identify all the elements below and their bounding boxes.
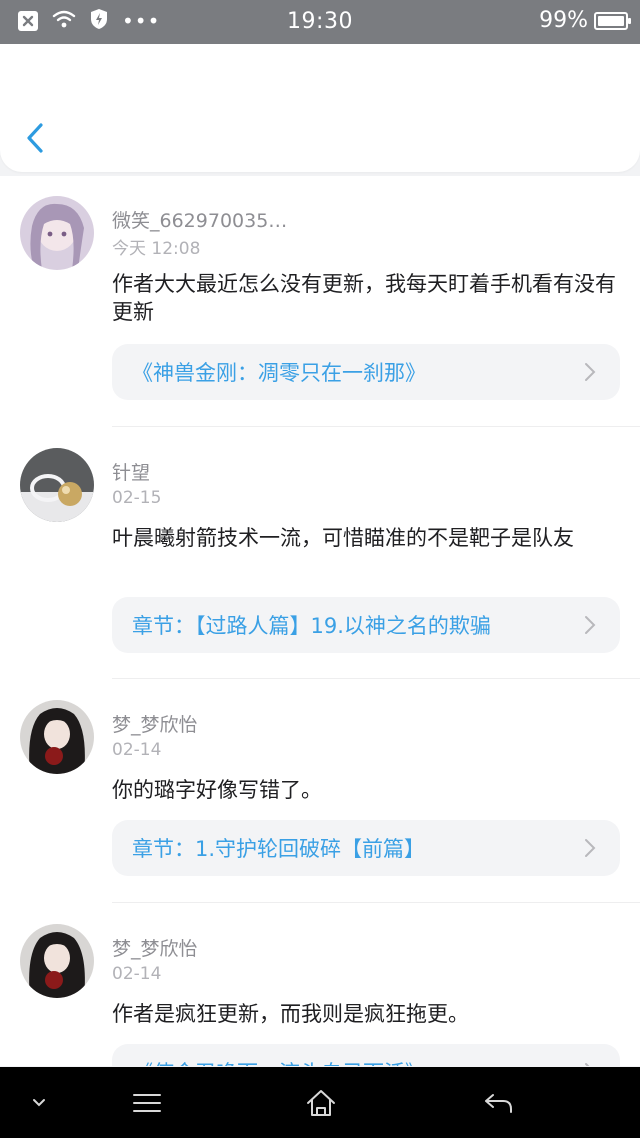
comment-time: 02-14 [112,964,162,984]
book-link-card[interactable]: 《神兽金刚：凋零只在一刹那》 [112,344,620,400]
battery-icon [594,11,631,30]
header [0,44,640,172]
book-link-text: 《使命召唤而，济头自己而活》 [132,1057,426,1066]
chevron-right-icon [585,616,596,634]
battery-percent: 99% [539,8,588,33]
collapse-chevron-icon [33,1098,45,1106]
chapter-link-text: 章节：【过路人篇】19.以神之名的欺骗 [132,614,491,638]
chapter-link-card[interactable]: 章节：1.守护轮回破碎【前篇】 [112,820,620,876]
comment-text: 叶晨曦射箭技术一流，可惜瞄准的不是靶子是队友 [112,526,574,550]
comment-username[interactable]: 梦_梦欣怡 [112,710,198,737]
back-arrow-icon [485,1093,512,1113]
comment-text: 作者是疯狂更新，而我则是疯狂拖更。 [112,1002,469,1026]
divider [112,426,640,427]
back-button[interactable] [18,118,52,158]
status-bar: ••• 19:30 99% [0,0,640,44]
comment-text: 作者大大最近怎么没有更新，我每天盯着手机看有没有更新 [112,272,616,324]
chevron-right-icon [585,1063,590,1066]
divider [112,678,640,679]
avatar[interactable] [20,700,94,774]
book-link-card[interactable]: 《使命召唤而，济头自己而活》 [112,1044,620,1066]
book-link-text: 《神兽金刚：凋零只在一刹那》 [132,361,426,385]
comment-time: 02-15 [112,488,162,508]
back-chevron-icon [27,123,43,153]
status-icons-right: 99% [539,8,631,33]
avatar[interactable] [20,924,94,998]
divider [112,902,640,903]
system-nav-bar [0,1067,640,1138]
comment-text: 你的璐字好像写错了。 [112,778,322,802]
menu-icon [133,1093,161,1112]
back-nav-button[interactable] [478,1067,520,1138]
avatar[interactable] [20,196,94,270]
menu-button[interactable] [126,1067,168,1138]
chapter-link-card[interactable]: 章节：【过路人篇】19.以神之名的欺骗 [112,597,620,653]
chapter-link-text: 章节：1.守护轮回破碎【前篇】 [132,837,426,861]
comment-username[interactable]: 针望 [112,458,150,485]
comment-time: 今天 12:08 [112,239,201,259]
comment-username[interactable]: 微笑_662970035… [112,206,287,233]
comment-username[interactable]: 梦_梦欣怡 [112,934,198,961]
comment-list[interactable]: 微笑_662970035… 今天 12:08 作者大大最近怎么没有更新，我每天盯… [0,176,640,1066]
chevron-right-icon [585,363,596,381]
collapse-nav-button[interactable] [24,1067,54,1138]
comment-time: 02-14 [112,740,162,760]
chevron-right-icon [585,839,596,857]
home-button[interactable] [300,1067,342,1138]
avatar[interactable] [20,448,94,522]
home-icon [307,1089,335,1116]
